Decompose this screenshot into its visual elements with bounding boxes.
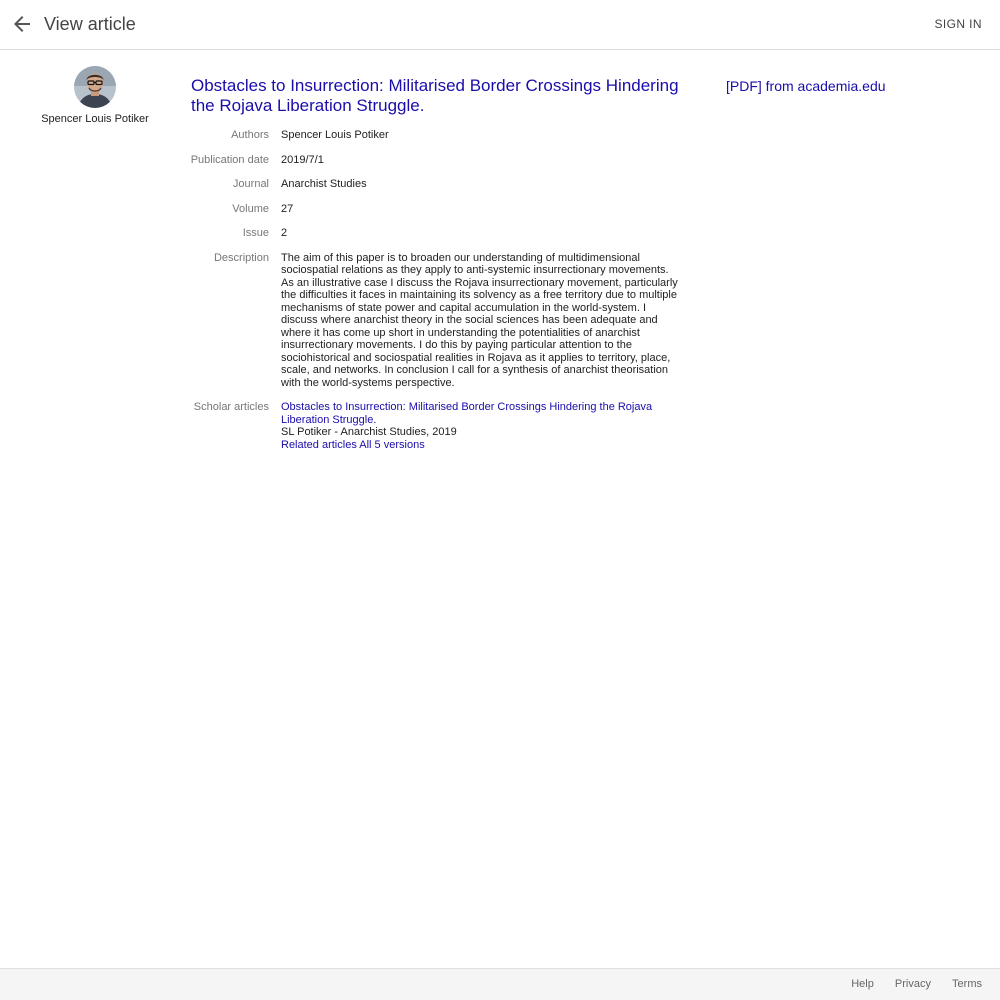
field-volume: Volume 27 <box>191 197 686 222</box>
field-label: Description <box>213 251 269 264</box>
author-profile: Spencer Louis Potiker <box>30 66 160 126</box>
scholar-citation: SL Potiker - Anarchist Studies, 2019 <box>281 426 457 438</box>
field-label: Volume <box>232 202 269 215</box>
back-arrow-icon[interactable] <box>10 12 34 36</box>
article-fields: Authors Spencer Louis Potiker Publicatio… <box>191 123 686 457</box>
field-scholar-articles: Scholar articles Obstacles to Insurrecti… <box>191 395 686 457</box>
field-authors: Authors Spencer Louis Potiker <box>191 123 686 148</box>
terms-link[interactable]: Terms <box>952 978 982 990</box>
field-label: Authors <box>231 129 269 141</box>
top-bar: View article SIGN IN <box>0 0 1000 50</box>
field-value: Spencer Louis Potiker <box>281 129 389 141</box>
field-value: 27 <box>281 202 294 215</box>
related-articles-link[interactable]: Related articles <box>281 439 357 451</box>
scholar-articles-block: Obstacles to Insurrection: Militarised B… <box>281 395 681 457</box>
sign-in-button[interactable]: SIGN IN <box>935 17 982 31</box>
scholar-article-title-link[interactable]: Obstacles to Insurrection: Militarised B… <box>281 401 681 426</box>
field-label: Scholar articles <box>193 401 269 413</box>
article-details: Obstacles to Insurrection: Militarised B… <box>191 76 686 457</box>
field-value: 2 <box>281 227 288 239</box>
field-description: Description The aim of this paper is to … <box>191 246 686 396</box>
all-versions-link[interactable]: All 5 versions <box>359 439 424 451</box>
field-journal: Journal Anarchist Studies <box>191 172 686 197</box>
profile-name-link[interactable]: Spencer Louis Potiker <box>30 112 160 126</box>
field-value: Anarchist Studies <box>281 178 367 190</box>
page-title: View article <box>44 14 136 34</box>
field-label: Issue <box>242 227 269 239</box>
scholar-links: Related articles All 5 versions <box>281 439 681 452</box>
avatar[interactable] <box>74 66 116 108</box>
footer-links: Help Privacy Terms <box>833 978 982 990</box>
field-issue: Issue 2 <box>191 221 686 246</box>
description-text: The aim of this paper is to broaden our … <box>281 251 678 389</box>
field-label: Publication date <box>190 153 269 166</box>
article-title-link[interactable]: Obstacles to Insurrection: Militarised B… <box>191 76 679 115</box>
footer: Help Privacy Terms <box>0 968 1000 1000</box>
field-label: Journal <box>232 178 269 190</box>
field-value: 2019/7/1 <box>281 153 324 166</box>
help-link[interactable]: Help <box>851 978 874 990</box>
pdf-link[interactable]: [PDF] from academia.edu <box>726 78 886 95</box>
field-publication-date: Publication date 2019/7/1 <box>191 148 686 173</box>
privacy-link[interactable]: Privacy <box>895 978 931 990</box>
